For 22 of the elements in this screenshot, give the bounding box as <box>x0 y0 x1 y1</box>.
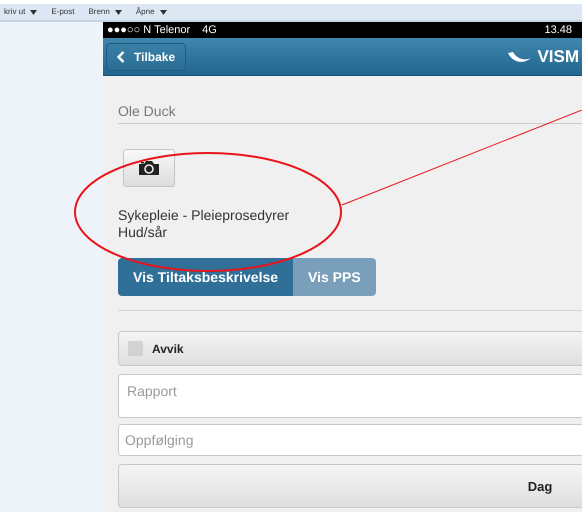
clock-text: 13.48 <box>544 24 572 36</box>
patient-name: Ole Duck <box>118 103 582 124</box>
toolbar-menu[interactable]: kriv ut <box>4 6 38 18</box>
deviation-label: Avvik <box>152 342 184 356</box>
toolbar-menu[interactable]: Åpne <box>136 6 167 18</box>
segment-tab[interactable]: Vis Tiltaksbeskrivelse <box>118 258 294 296</box>
deviation-bar[interactable]: Avvik <box>118 331 582 366</box>
report-field[interactable]: Rapport <box>118 374 582 418</box>
logo-text: VISM <box>537 46 579 66</box>
followup-field[interactable]: Oppfølging <box>118 424 582 456</box>
carrier-text: ●●●○○ N Telenor <box>107 24 190 36</box>
toolbar-menu[interactable]: Brenn <box>88 6 122 18</box>
camera-button[interactable] <box>123 149 175 187</box>
task-text: Hud/sår <box>118 224 168 241</box>
toolbar-menu[interactable]: E-post <box>51 6 74 18</box>
network-text: 4G <box>202 24 217 36</box>
chevron-left-icon <box>117 50 125 62</box>
task-text: Sykepleie - Pleieprosedyrer <box>118 207 290 224</box>
back-button[interactable]: Tilbake <box>106 42 186 70</box>
day-button[interactable]: Dag <box>118 464 582 508</box>
camera-icon <box>138 160 160 176</box>
checkbox[interactable] <box>128 341 143 356</box>
